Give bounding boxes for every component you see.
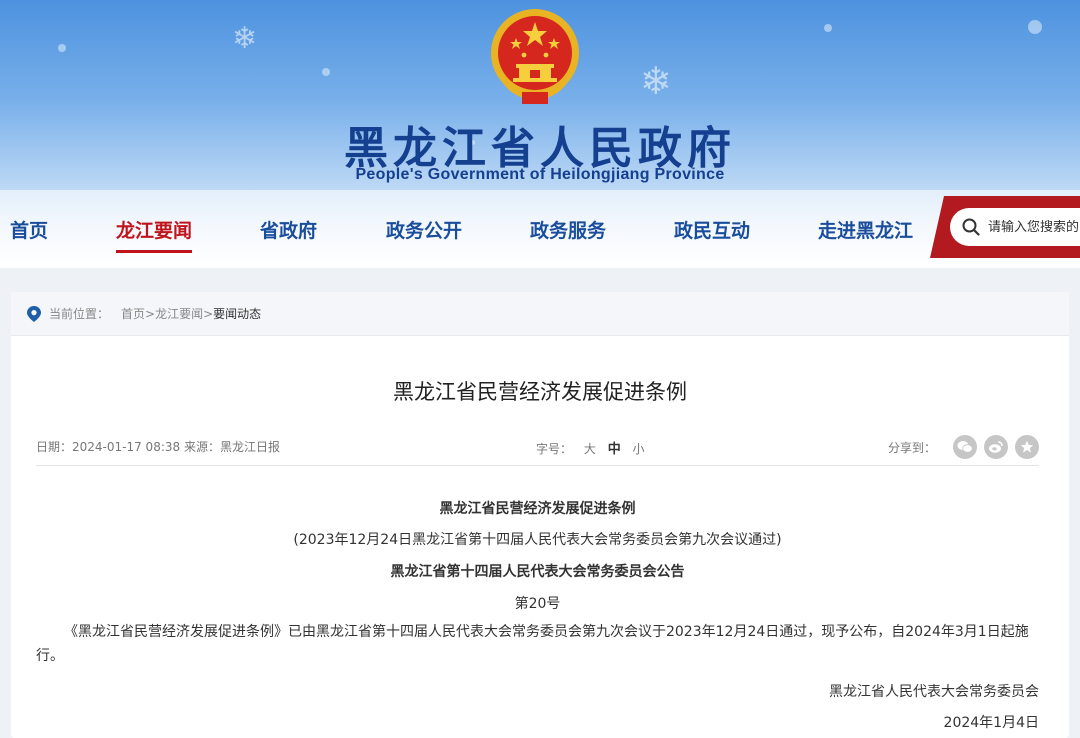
body-paragraph: 《黑龙江省民营经济发展促进条例》已由黑龙江省第十四届人民代表大会常务委员会第九次… — [36, 624, 1029, 664]
wechat-icon[interactable] — [953, 435, 977, 459]
font-size-medium-button[interactable]: 中 — [608, 442, 621, 457]
nav-item-government-services[interactable]: 政务服务 — [530, 216, 606, 246]
announcement-title: 黑龙江省第十四届人民代表大会常务委员会公告 — [390, 564, 685, 580]
breadcrumb-home-link[interactable]: 首页 — [121, 305, 145, 322]
body-signature: 黑龙江省人民代表大会常务委员会 — [829, 684, 1039, 700]
font-size-label: 字号： — [536, 442, 573, 456]
nav-item-about-heilongjiang[interactable]: 走进黑龙江 — [818, 216, 913, 246]
snowflake-decoration-icon: ❄ — [232, 21, 258, 56]
snowflake-decoration-icon: ❄ — [640, 59, 672, 103]
search-input[interactable] — [988, 219, 1080, 235]
breadcrumb-label: 当前位置： — [49, 307, 110, 321]
breadcrumb-current[interactable]: 要闻动态 — [213, 305, 261, 322]
article-title: 黑龙江省民营经济发展促进条例 — [393, 380, 687, 404]
weibo-icon[interactable] — [984, 435, 1008, 459]
search-icon[interactable] — [962, 218, 980, 236]
national-emblem — [491, 9, 579, 104]
nav-item-longjiang-news[interactable]: 龙江要闻 — [116, 216, 193, 253]
decoration-dot — [1028, 20, 1042, 34]
body-heading: 黑龙江省民营经济发展促进条例 — [439, 501, 636, 517]
decoration-dot — [58, 44, 66, 52]
main-nav: 首页 龙江要闻 省政府 政务公开 政务服务 政民互动 走进黑龙江 — [0, 210, 930, 254]
favorite-star-icon[interactable] — [1015, 435, 1039, 459]
nav-item-public-interaction[interactable]: 政民互动 — [674, 216, 750, 246]
nav-item-home[interactable]: 首页 — [10, 216, 48, 246]
search-box[interactable] — [950, 208, 1080, 246]
font-size-large-button[interactable]: 大 — [584, 442, 596, 456]
nav-item-provincial-government[interactable]: 省政府 — [260, 216, 317, 246]
announcement-number: 第20号 — [514, 596, 561, 612]
nav-item-government-affairs-disclosure[interactable]: 政务公开 — [386, 216, 462, 246]
share-label: 分享到： — [887, 440, 936, 455]
breadcrumb-separator: > — [203, 306, 214, 321]
decoration-dot — [824, 24, 832, 32]
article-meta: 日期：2024-01-17 08:38 来源：黑龙江日报 字号： 大 中 小 分… — [36, 435, 1039, 459]
body-passed-note: (2023年12月24日黑龙江省第十四届人民代表大会常务委员会第九次会议通过) — [293, 532, 782, 548]
body-date: 2024年1月4日 — [943, 715, 1039, 731]
search-area — [930, 196, 1080, 258]
font-size-small-button[interactable]: 小 — [633, 442, 645, 456]
meta-divider — [36, 465, 1039, 466]
breadcrumb: 当前位置： 首页 > 龙江要闻 > 要闻动态 — [11, 292, 1069, 336]
breadcrumb-longjiang-news-link[interactable]: 龙江要闻 — [155, 305, 203, 322]
article-date-source: 日期：2024-01-17 08:38 来源：黑龙江日报 — [36, 440, 280, 454]
location-pin-icon — [27, 305, 41, 322]
article-panel: 当前位置： 首页 > 龙江要闻 > 要闻动态 黑龙江省民营经济发展促进条例 日期… — [11, 292, 1069, 738]
site-subtitle: People's Government of Heilongjiang Prov… — [355, 166, 725, 183]
breadcrumb-separator: > — [145, 306, 156, 321]
share-bar: 分享到： — [888, 435, 1039, 459]
decoration-dot — [322, 68, 330, 76]
font-size-switcher: 字号： 大 中 小 — [536, 438, 653, 457]
